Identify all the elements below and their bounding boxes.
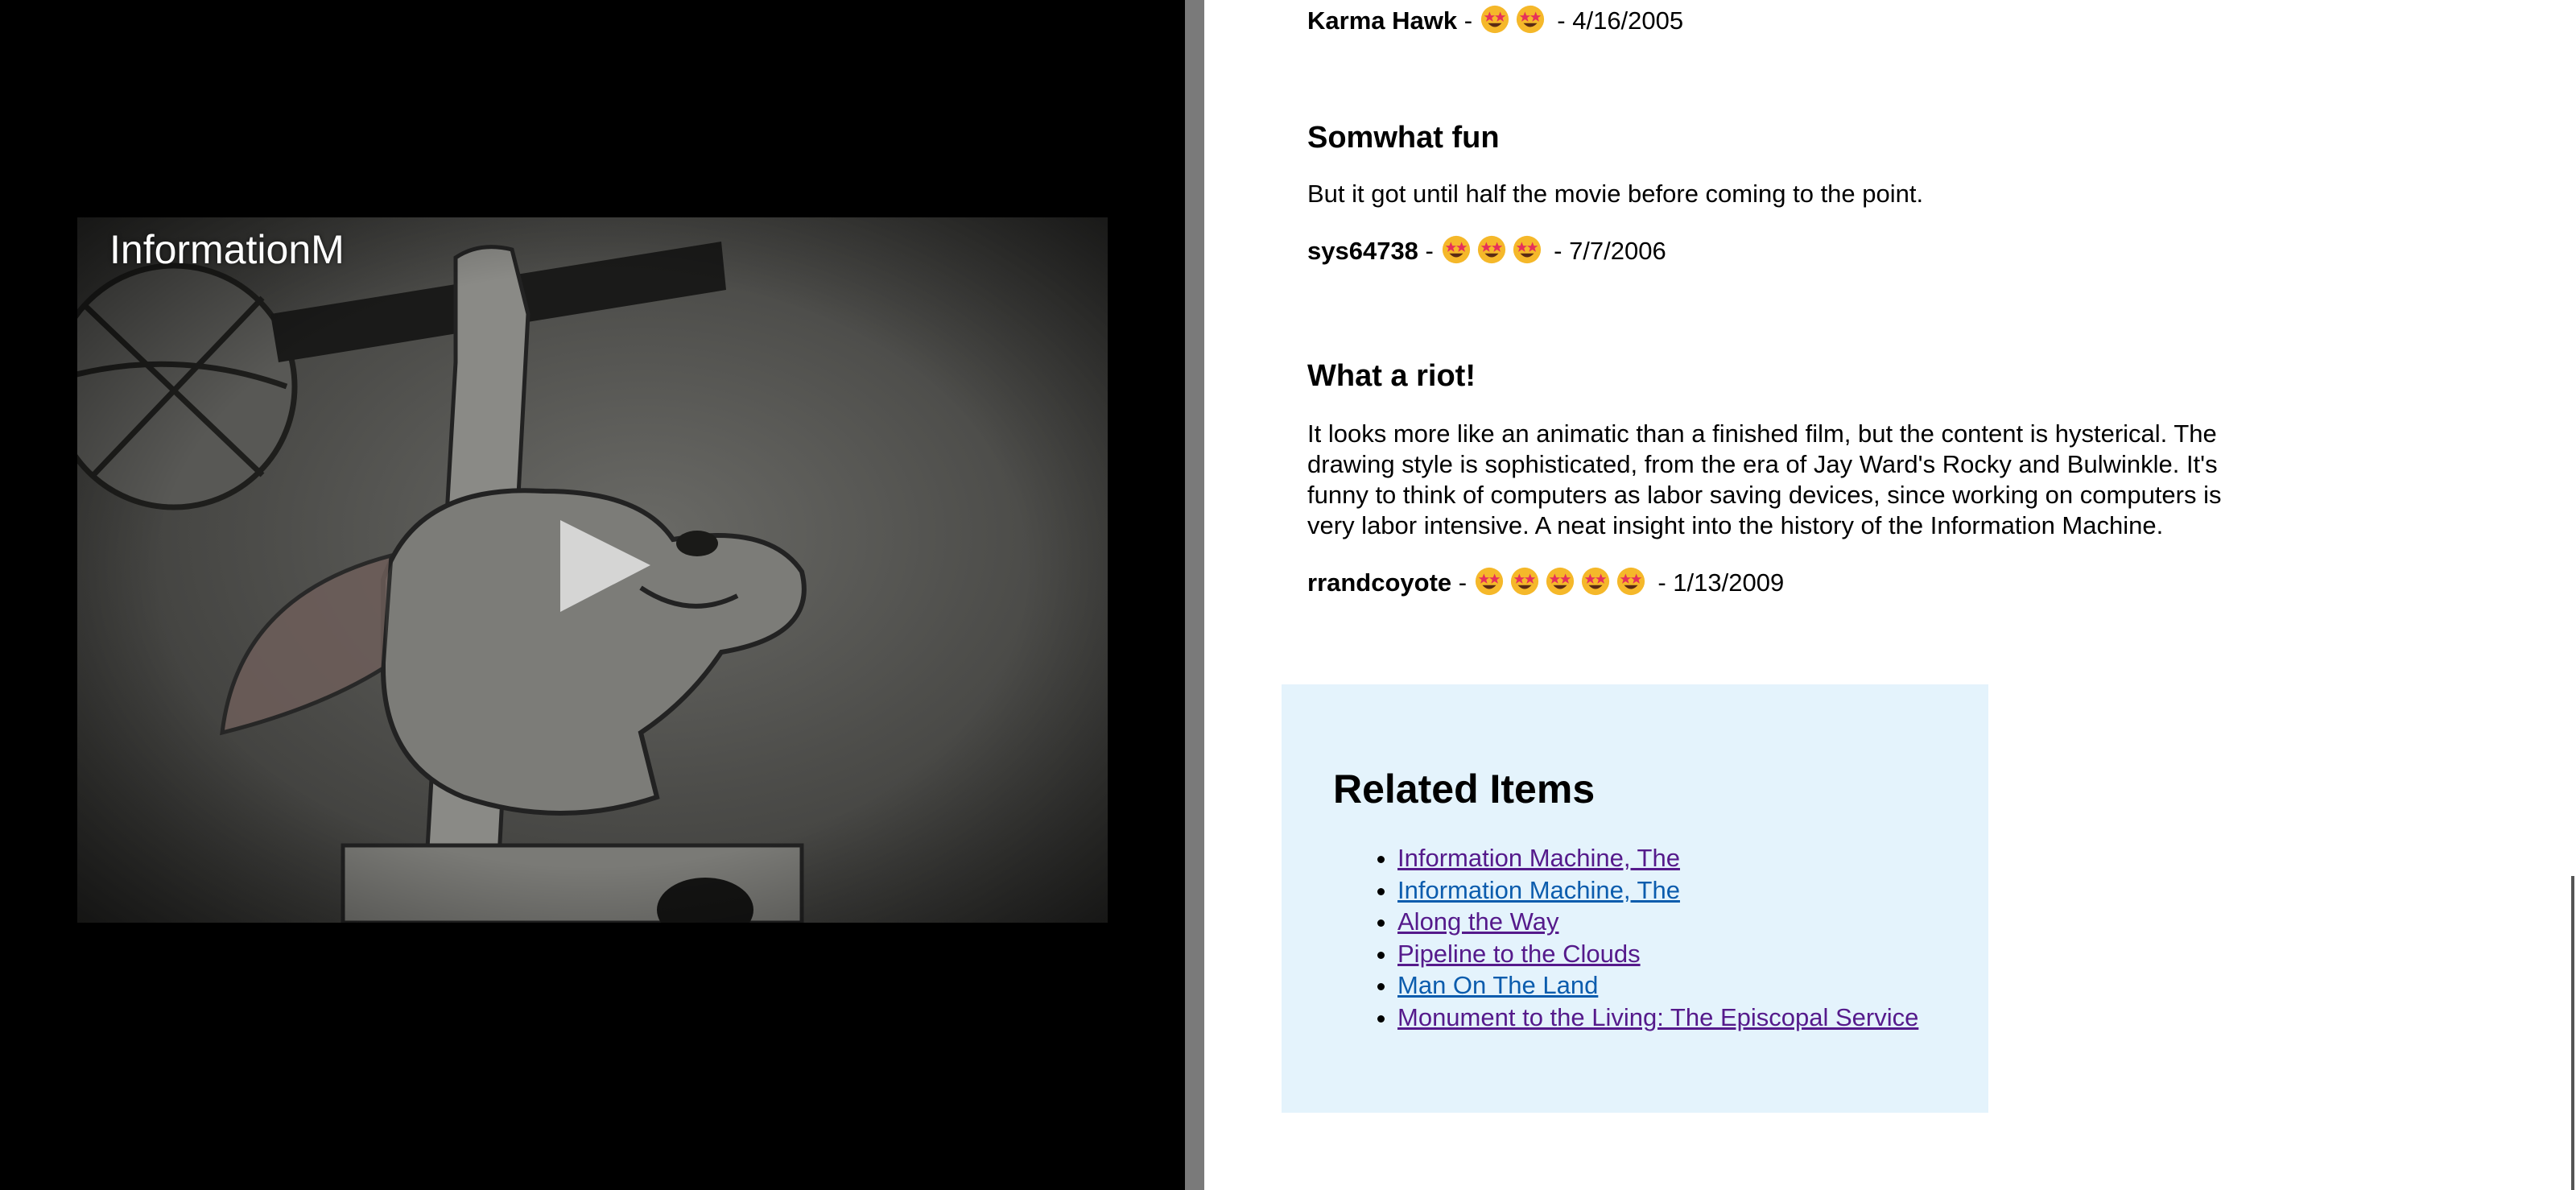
related-items-box: Related Items Information Machine, The I… [1282,684,1988,1113]
related-link[interactable]: Man On The Land [1397,971,1598,999]
meta-separator: - [1418,237,1441,265]
reviewer-name: sys64738 [1307,237,1418,265]
meta-separator: - [1650,568,1674,597]
star-struck-emoji-icon [1513,235,1541,264]
list-item: Information Machine, The [1397,842,1918,874]
review-item: Somwhat fun But it got until half the mo… [1307,118,2273,269]
star-struck-emoji-icon [1616,567,1645,596]
list-item: Pipeline to the Clouds [1397,938,1918,970]
review-date: 4/16/2005 [1572,6,1684,35]
star-rating [1480,5,1550,35]
video-player[interactable]: InformationM [77,217,1108,923]
star-struck-emoji-icon [1516,5,1544,34]
star-struck-emoji-icon [1546,567,1574,596]
related-link[interactable]: Pipeline to the Clouds [1397,940,1641,968]
list-item: Monument to the Living: The Episcopal Se… [1397,1002,1918,1034]
list-item: Along the Way [1397,906,1918,938]
star-struck-emoji-icon [1480,5,1509,34]
meta-separator: - [1550,6,1573,35]
review-date: 7/7/2006 [1569,237,1666,265]
scrollbar-thumb[interactable] [2571,876,2574,1190]
meta-separator: - [1451,568,1474,597]
review-body: But it got until half the movie before c… [1307,180,1924,208]
list-item: Man On The Land [1397,969,1918,1002]
related-link[interactable]: Monument to the Living: The Episcopal Se… [1397,1003,1918,1031]
review-meta: Karma Hawk - - 4/16/2005 [1307,3,2273,39]
review-date: 1/13/2009 [1673,568,1785,597]
panel-divider[interactable] [1185,0,1204,1190]
review-body: It looks more like an animatic than a fi… [1307,419,2222,539]
related-items-list: Information Machine, The Information Mac… [1333,842,1918,1034]
star-struck-emoji-icon [1510,567,1538,596]
list-item: Information Machine, The [1397,874,1918,907]
star-struck-emoji-icon [1477,235,1505,264]
review-meta: sys64738 - - 7/7/2006 [1307,233,2273,269]
related-link[interactable]: Along the Way [1397,907,1558,936]
star-struck-emoji-icon [1475,567,1503,596]
related-items-title: Related Items [1333,766,1596,812]
reviews-panel: Karma Hawk - - 4/16/2005 Somwhat fun But… [1204,0,2576,1190]
meta-separator: - [1546,237,1570,265]
play-icon[interactable] [552,515,657,620]
reviewer-name: rrandcoyote [1307,568,1452,597]
reviewer-name: Karma Hawk [1307,6,1458,35]
star-rating [1474,567,1651,597]
star-struck-emoji-icon [1581,567,1609,596]
related-link[interactable]: Information Machine, The [1397,876,1680,904]
star-rating [1441,235,1547,265]
review-meta: rrandcoyote - - 1/13/2009 [1307,565,2273,601]
related-link[interactable]: Information Machine, The [1397,844,1680,872]
review-title: What a riot! [1307,359,1476,393]
review-title: Somwhat fun [1307,121,1500,155]
review-item: Karma Hawk - - 4/16/2005 [1307,3,2273,39]
star-struck-emoji-icon [1442,235,1470,264]
review-item: What a riot! It looks more like an anima… [1307,356,2273,601]
video-title: InformationM [109,227,345,272]
video-panel: InformationM [0,0,1185,1190]
meta-separator: - [1457,6,1480,35]
